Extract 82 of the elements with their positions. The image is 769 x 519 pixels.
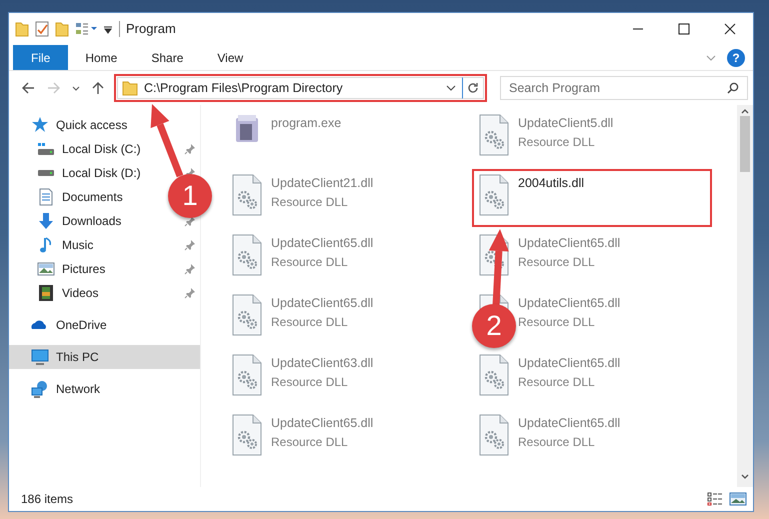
view-options-icon[interactable] (75, 22, 97, 36)
close-icon (724, 23, 736, 35)
picture-icon (37, 262, 55, 276)
maximize-icon (678, 23, 690, 35)
settings-file-icon (231, 174, 263, 216)
search-icon (727, 82, 739, 94)
file-type: Resource DLL (518, 134, 596, 151)
search-field[interactable]: Search Program (500, 76, 748, 100)
file-name[interactable]: UpdateClient65.dll (271, 234, 374, 253)
file-type: Resource DLL (271, 434, 349, 451)
settings-file-icon (231, 414, 263, 456)
sidebar-item[interactable]: This PC (9, 345, 200, 369)
document-icon (37, 188, 55, 206)
back-icon (21, 81, 35, 95)
dropdown-icon[interactable] (103, 24, 113, 34)
file-type: Resource DLL (271, 314, 349, 331)
file-name[interactable]: UpdateClient65.dll (518, 354, 620, 373)
file-name[interactable]: 2004utils.dll (518, 174, 584, 193)
file-name[interactable]: UpdateClient65.dll (518, 294, 620, 313)
file-type: Resource DLL (518, 434, 596, 451)
program-icon (234, 114, 260, 142)
scrollbar[interactable] (737, 105, 753, 487)
refresh-icon (467, 82, 479, 94)
folder-icon (15, 21, 29, 37)
details-view-icon[interactable] (707, 492, 723, 506)
window-title: Program (126, 20, 176, 38)
file-type: Resource DLL (518, 314, 596, 331)
file-type: Resource DLL (271, 254, 349, 271)
sidebar-item[interactable]: Pictures (62, 260, 106, 278)
sidebar-item[interactable]: Downloads (62, 212, 122, 230)
up-icon (91, 81, 105, 95)
film-icon (38, 284, 54, 302)
file-type: Resource DLL (518, 254, 596, 271)
file-name[interactable]: UpdateClient65.dll (518, 234, 620, 253)
settings-file-icon (231, 354, 263, 396)
refresh-button[interactable] (462, 77, 484, 99)
minimize-icon (632, 28, 644, 30)
file-type: Resource DLL (271, 194, 349, 211)
settings-file-icon (478, 174, 510, 216)
settings-file-icon (478, 414, 510, 456)
chevron-down-icon (72, 86, 80, 90)
help-button[interactable]: ? (727, 49, 745, 67)
star-icon (31, 116, 49, 134)
sidebar-item[interactable]: Videos (62, 284, 98, 302)
sidebar-item[interactable]: OneDrive (56, 316, 107, 334)
scrollbar-thumb[interactable] (740, 116, 750, 172)
file-type: Resource DLL (518, 374, 596, 391)
item-count: 186 items (21, 491, 74, 508)
file-name[interactable]: UpdateClient65.dll (518, 414, 620, 433)
network-icon (31, 380, 49, 398)
settings-file-icon (231, 234, 263, 276)
file-menu-button[interactable]: File (13, 45, 68, 70)
scroll-down-icon (741, 474, 749, 479)
ribbon-tab[interactable]: Home (68, 45, 134, 70)
file-name[interactable]: program.exe (271, 114, 342, 133)
file-name[interactable]: UpdateClient65.dll (271, 414, 374, 433)
cloud-icon (31, 320, 49, 330)
file-name[interactable]: UpdateClient21.dll (271, 174, 374, 193)
drive-icon (37, 142, 55, 156)
sidebar-item[interactable]: Network (56, 380, 100, 398)
properties-icon[interactable] (35, 21, 49, 37)
computer-icon (31, 348, 49, 366)
sidebar-item[interactable]: Music (62, 236, 94, 254)
download-icon (37, 212, 55, 230)
sidebar-item[interactable]: Local Disk (D:) (62, 164, 141, 182)
drive-icon (37, 169, 55, 177)
ribbon-tab[interactable]: View (200, 45, 260, 70)
ribbon-tab[interactable]: Share (134, 45, 200, 70)
sidebar-item[interactable]: Quick access (56, 116, 128, 134)
sidebar-item[interactable]: Local Disk (C:) (62, 140, 141, 158)
forward-icon (47, 81, 61, 95)
sidebar-item[interactable]: Documents (62, 188, 123, 206)
file-name[interactable]: UpdateClient5.dll (518, 114, 614, 133)
large-icons-view-icon[interactable] (729, 492, 747, 506)
settings-file-icon (478, 114, 510, 156)
scroll-up-icon (741, 109, 749, 114)
expand-ribbon-icon[interactable] (705, 55, 717, 63)
file-name[interactable]: UpdateClient65.dll (271, 294, 374, 313)
settings-file-icon (478, 354, 510, 396)
settings-file-icon (231, 294, 263, 336)
file-name[interactable]: UpdateClient63.dll (271, 354, 374, 373)
file-type: Resource DLL (271, 374, 349, 391)
